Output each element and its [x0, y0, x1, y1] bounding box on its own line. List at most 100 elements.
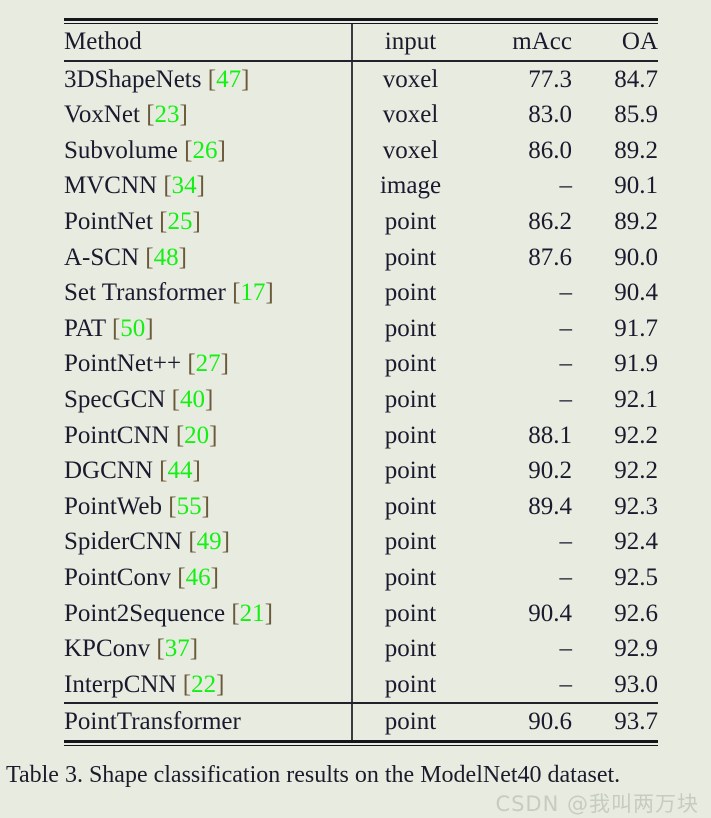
- cell-method: PointTransformer: [64, 704, 352, 740]
- cell-method: SpecGCN [40]: [64, 382, 352, 418]
- cell-macc: 90.6: [528, 708, 572, 736]
- cell-oa: 91.9: [614, 350, 658, 378]
- citation-reference[interactable]: [40]: [172, 386, 214, 413]
- citation-number: 22: [191, 670, 217, 698]
- method-name: KPConv: [64, 635, 151, 663]
- cell-oa: 90.0: [614, 243, 658, 271]
- citation-reference[interactable]: [26]: [184, 137, 226, 164]
- cell-input: point: [351, 631, 468, 667]
- cell-macc: –: [559, 350, 573, 378]
- citation-number: 23: [154, 101, 180, 129]
- cell-oa: 93.7: [614, 708, 658, 736]
- cell-input: voxel: [351, 61, 468, 98]
- cell-method: PointNet [25]: [64, 204, 352, 240]
- cell-macc: –: [559, 670, 573, 698]
- cell-input: point: [351, 346, 468, 382]
- citation-number: 44: [167, 457, 193, 485]
- citation-number: 49: [196, 528, 222, 556]
- cell-macc: –: [559, 385, 573, 413]
- citation-reference[interactable]: [44]: [159, 457, 201, 484]
- cell-method: VoxNet [23]: [64, 97, 352, 133]
- citation-reference[interactable]: [47]: [208, 66, 250, 93]
- citation-reference[interactable]: [23]: [146, 101, 188, 128]
- column-header-macc: mAcc: [512, 28, 572, 55]
- citation-reference[interactable]: [17]: [232, 279, 274, 306]
- citation-reference[interactable]: [50]: [112, 315, 154, 342]
- citation-reference[interactable]: [49]: [188, 528, 230, 555]
- cell-method: SpiderCNN [49]: [64, 524, 352, 560]
- cell-macc: –: [559, 172, 573, 200]
- cell-input: point: [351, 203, 468, 240]
- table-row: Point2Sequence [21] point 90.4 92.6: [64, 595, 658, 632]
- cell-method: Set Transformer [17]: [64, 275, 352, 311]
- results-table: Method input mAcc OA: [64, 24, 658, 60]
- method-name: SpiderCNN: [64, 528, 183, 556]
- cell-input: point: [351, 704, 468, 740]
- cell-oa: 93.0: [614, 670, 658, 698]
- column-header-oa: OA: [621, 28, 658, 55]
- table-caption: Table 3. Shape classification results on…: [6, 762, 621, 788]
- cell-oa: 92.2: [614, 457, 658, 485]
- citation-reference[interactable]: [20]: [176, 422, 218, 449]
- cell-input: point: [351, 453, 468, 489]
- method-name: PointCNN: [64, 421, 170, 449]
- citation-number: 17: [240, 279, 266, 307]
- citation-reference[interactable]: [37]: [156, 635, 198, 662]
- cell-input: voxel: [351, 97, 468, 133]
- method-name: DGCNN: [64, 457, 153, 485]
- table-row: DGCNN [44] point 90.2 92.2: [64, 453, 658, 489]
- citation-number: 46: [185, 563, 211, 591]
- citation-reference[interactable]: [55]: [168, 493, 210, 520]
- cell-method: PointCNN [20]: [64, 418, 352, 454]
- results-table-block: Method input mAcc OA 3DShapeNets [47] vox…: [64, 18, 658, 746]
- citation-reference[interactable]: [25]: [159, 208, 201, 235]
- cell-method: Point2Sequence [21]: [64, 596, 352, 632]
- cell-macc: 86.0: [528, 136, 572, 164]
- method-name: Set Transformer: [64, 279, 226, 307]
- method-name: Subvolume: [64, 136, 178, 164]
- citation-reference[interactable]: [21]: [231, 600, 273, 627]
- citation-reference[interactable]: [48]: [145, 244, 187, 271]
- cell-input: point: [351, 666, 468, 703]
- citation-number: 25: [167, 207, 193, 235]
- cell-method: DGCNN [44]: [64, 453, 352, 489]
- citation-number: 55: [176, 492, 202, 520]
- citation-reference[interactable]: [46]: [177, 564, 219, 591]
- cell-oa: 92.4: [614, 528, 658, 556]
- cell-input: point: [351, 239, 468, 276]
- citation-number: 40: [179, 385, 205, 413]
- table-row: PAT [50] point –91.7: [64, 310, 658, 347]
- method-name: Point2Sequence: [64, 599, 226, 627]
- results-table-body: 3DShapeNets [47] voxel 77.3 84.7 VoxNet [23]…: [64, 61, 659, 703]
- cell-oa: 90.1: [614, 172, 658, 200]
- method-name: 3DShapeNets: [64, 65, 202, 93]
- table-body: 3DShapeNets [47] voxel 77.3 84.7 VoxNet [23]…: [64, 61, 658, 703]
- cell-method: PAT [50]: [64, 311, 352, 347]
- citation-number: 26: [192, 136, 218, 164]
- table-row: PointNet [25] point 86.2 89.2: [64, 203, 658, 240]
- cell-input: point: [351, 310, 468, 347]
- cell-macc: 87.6: [528, 243, 572, 271]
- cell-method: Subvolume [26]: [64, 133, 352, 169]
- cell-oa: 92.5: [614, 563, 658, 591]
- citation-number: 20: [184, 421, 210, 449]
- cell-method: PointWeb [55]: [64, 489, 352, 525]
- citation-reference[interactable]: [34]: [163, 172, 205, 199]
- cell-macc: 90.2: [528, 457, 572, 485]
- cell-method: PointNet++ [27]: [64, 346, 352, 382]
- citation-reference[interactable]: [22]: [183, 671, 225, 698]
- table-row: 3DShapeNets [47] voxel 77.3 84.7: [64, 61, 658, 98]
- results-table-final: PointTransformer point 90.6 93.7: [64, 704, 658, 740]
- cell-oa: 92.9: [614, 635, 658, 663]
- method-name: PointWeb: [64, 492, 162, 520]
- method-name: PointTransformer: [64, 708, 241, 736]
- cell-input: point: [351, 559, 468, 596]
- cell-oa: 89.2: [614, 136, 658, 164]
- column-header-method: Method: [64, 28, 142, 55]
- csdn-watermark: CSDN @我叫两万块: [495, 792, 699, 816]
- table-row: SpiderCNN [49] point –92.4: [64, 524, 658, 560]
- cell-macc: 90.4: [528, 599, 572, 627]
- citation-number: 37: [164, 635, 190, 663]
- citation-reference[interactable]: [27]: [187, 350, 229, 377]
- citation-number: 47: [216, 65, 242, 93]
